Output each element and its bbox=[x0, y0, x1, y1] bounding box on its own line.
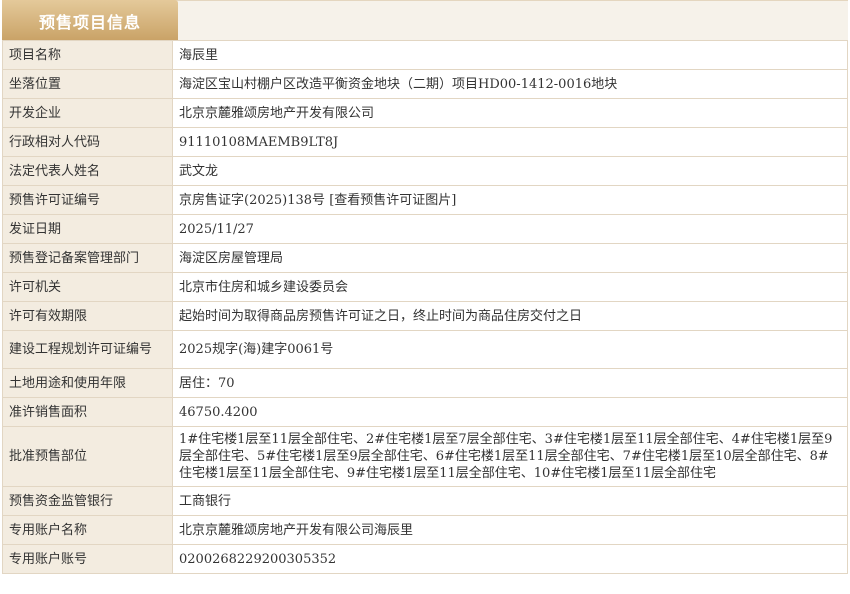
tab-presale-project-info[interactable]: 预售项目信息 bbox=[2, 0, 178, 41]
row-value: 46750.4200 bbox=[172, 397, 848, 427]
row-value: 海辰里 bbox=[172, 40, 848, 70]
tab-title: 预售项目信息 bbox=[38, 12, 141, 32]
table-row: 专用账户账号 0200268229200305352 bbox=[2, 544, 848, 574]
table-row: 批准预售部位 1#住宅楼1层至11层全部住宅、2#住宅楼1层至7层全部住宅、3#… bbox=[2, 426, 848, 487]
row-value: 2025/11/27 bbox=[172, 214, 848, 244]
row-label: 预售登记备案管理部门 bbox=[2, 243, 173, 273]
table-row: 准许销售面积 46750.4200 bbox=[2, 397, 848, 427]
row-label: 许可机关 bbox=[2, 272, 173, 302]
row-value: 武文龙 bbox=[172, 156, 848, 186]
license-number: 京房售证字(2025)138号 bbox=[179, 192, 326, 208]
row-label: 法定代表人姓名 bbox=[2, 156, 173, 186]
table-row: 建设工程规划许可证编号 2025规字(海)建字0061号 bbox=[2, 330, 848, 369]
table-row: 坐落位置 海淀区宝山村棚户区改造平衡资金地块（二期）项目HD00-1412-00… bbox=[2, 69, 848, 99]
table-row: 发证日期 2025/11/27 bbox=[2, 214, 848, 244]
row-value: 0200268229200305352 bbox=[172, 544, 848, 574]
table-row: 行政相对人代码 91110108MAEMB9LT8J bbox=[2, 127, 848, 157]
row-value: 1#住宅楼1层至11层全部住宅、2#住宅楼1层至7层全部住宅、3#住宅楼1层至1… bbox=[172, 426, 848, 487]
row-value: 京房售证字(2025)138号 [查看预售许可证图片] bbox=[172, 185, 848, 215]
row-label: 开发企业 bbox=[2, 98, 173, 128]
table-row: 土地用途和使用年限 居住：70 bbox=[2, 368, 848, 398]
row-value: 工商银行 bbox=[172, 486, 848, 516]
row-label: 许可有效期限 bbox=[2, 301, 173, 331]
table-row: 许可有效期限 起始时间为取得商品房预售许可证之日，终止时间为商品住房交付之日 bbox=[2, 301, 848, 331]
row-value: 北京市住房和城乡建设委员会 bbox=[172, 272, 848, 302]
table-row: 项目名称 海辰里 bbox=[2, 40, 848, 70]
row-label: 预售许可证编号 bbox=[2, 185, 173, 215]
info-table: 项目名称 海辰里 坐落位置 海淀区宝山村棚户区改造平衡资金地块（二期）项目HD0… bbox=[2, 40, 848, 574]
row-label: 发证日期 bbox=[2, 214, 173, 244]
row-value: 北京京麓雅颂房地产开发有限公司 bbox=[172, 98, 848, 128]
table-row: 专用账户名称 北京京麓雅颂房地产开发有限公司海辰里 bbox=[2, 515, 848, 545]
row-label: 批准预售部位 bbox=[2, 426, 173, 487]
row-label: 专用账户名称 bbox=[2, 515, 173, 545]
row-label: 专用账户账号 bbox=[2, 544, 173, 574]
table-row: 许可机关 北京市住房和城乡建设委员会 bbox=[2, 272, 848, 302]
tab-bar: 预售项目信息 bbox=[2, 0, 848, 41]
table-row: 法定代表人姓名 武文龙 bbox=[2, 156, 848, 186]
table-row: 预售许可证编号 京房售证字(2025)138号 [查看预售许可证图片] bbox=[2, 185, 848, 215]
row-value: 北京京麓雅颂房地产开发有限公司海辰里 bbox=[172, 515, 848, 545]
table-row: 预售登记备案管理部门 海淀区房屋管理局 bbox=[2, 243, 848, 273]
row-label: 坐落位置 bbox=[2, 69, 173, 99]
row-label: 项目名称 bbox=[2, 40, 173, 70]
row-label: 土地用途和使用年限 bbox=[2, 368, 173, 398]
presale-info-panel: 预售项目信息 项目名称 海辰里 坐落位置 海淀区宝山村棚户区改造平衡资金地块（二… bbox=[2, 0, 848, 574]
view-license-image-link[interactable]: [查看预售许可证图片] bbox=[329, 193, 456, 208]
row-label: 准许销售面积 bbox=[2, 397, 173, 427]
row-label: 预售资金监管银行 bbox=[2, 486, 173, 516]
table-row: 预售资金监管银行 工商银行 bbox=[2, 486, 848, 516]
row-value: 2025规字(海)建字0061号 bbox=[172, 330, 848, 369]
row-value: 海淀区房屋管理局 bbox=[172, 243, 848, 273]
row-value: 海淀区宝山村棚户区改造平衡资金地块（二期）项目HD00-1412-0016地块 bbox=[172, 69, 848, 99]
row-label: 建设工程规划许可证编号 bbox=[2, 330, 173, 369]
row-value: 居住：70 bbox=[172, 368, 848, 398]
row-value: 91110108MAEMB9LT8J bbox=[172, 127, 848, 157]
table-row: 开发企业 北京京麓雅颂房地产开发有限公司 bbox=[2, 98, 848, 128]
row-label: 行政相对人代码 bbox=[2, 127, 173, 157]
row-value: 起始时间为取得商品房预售许可证之日，终止时间为商品住房交付之日 bbox=[172, 301, 848, 331]
